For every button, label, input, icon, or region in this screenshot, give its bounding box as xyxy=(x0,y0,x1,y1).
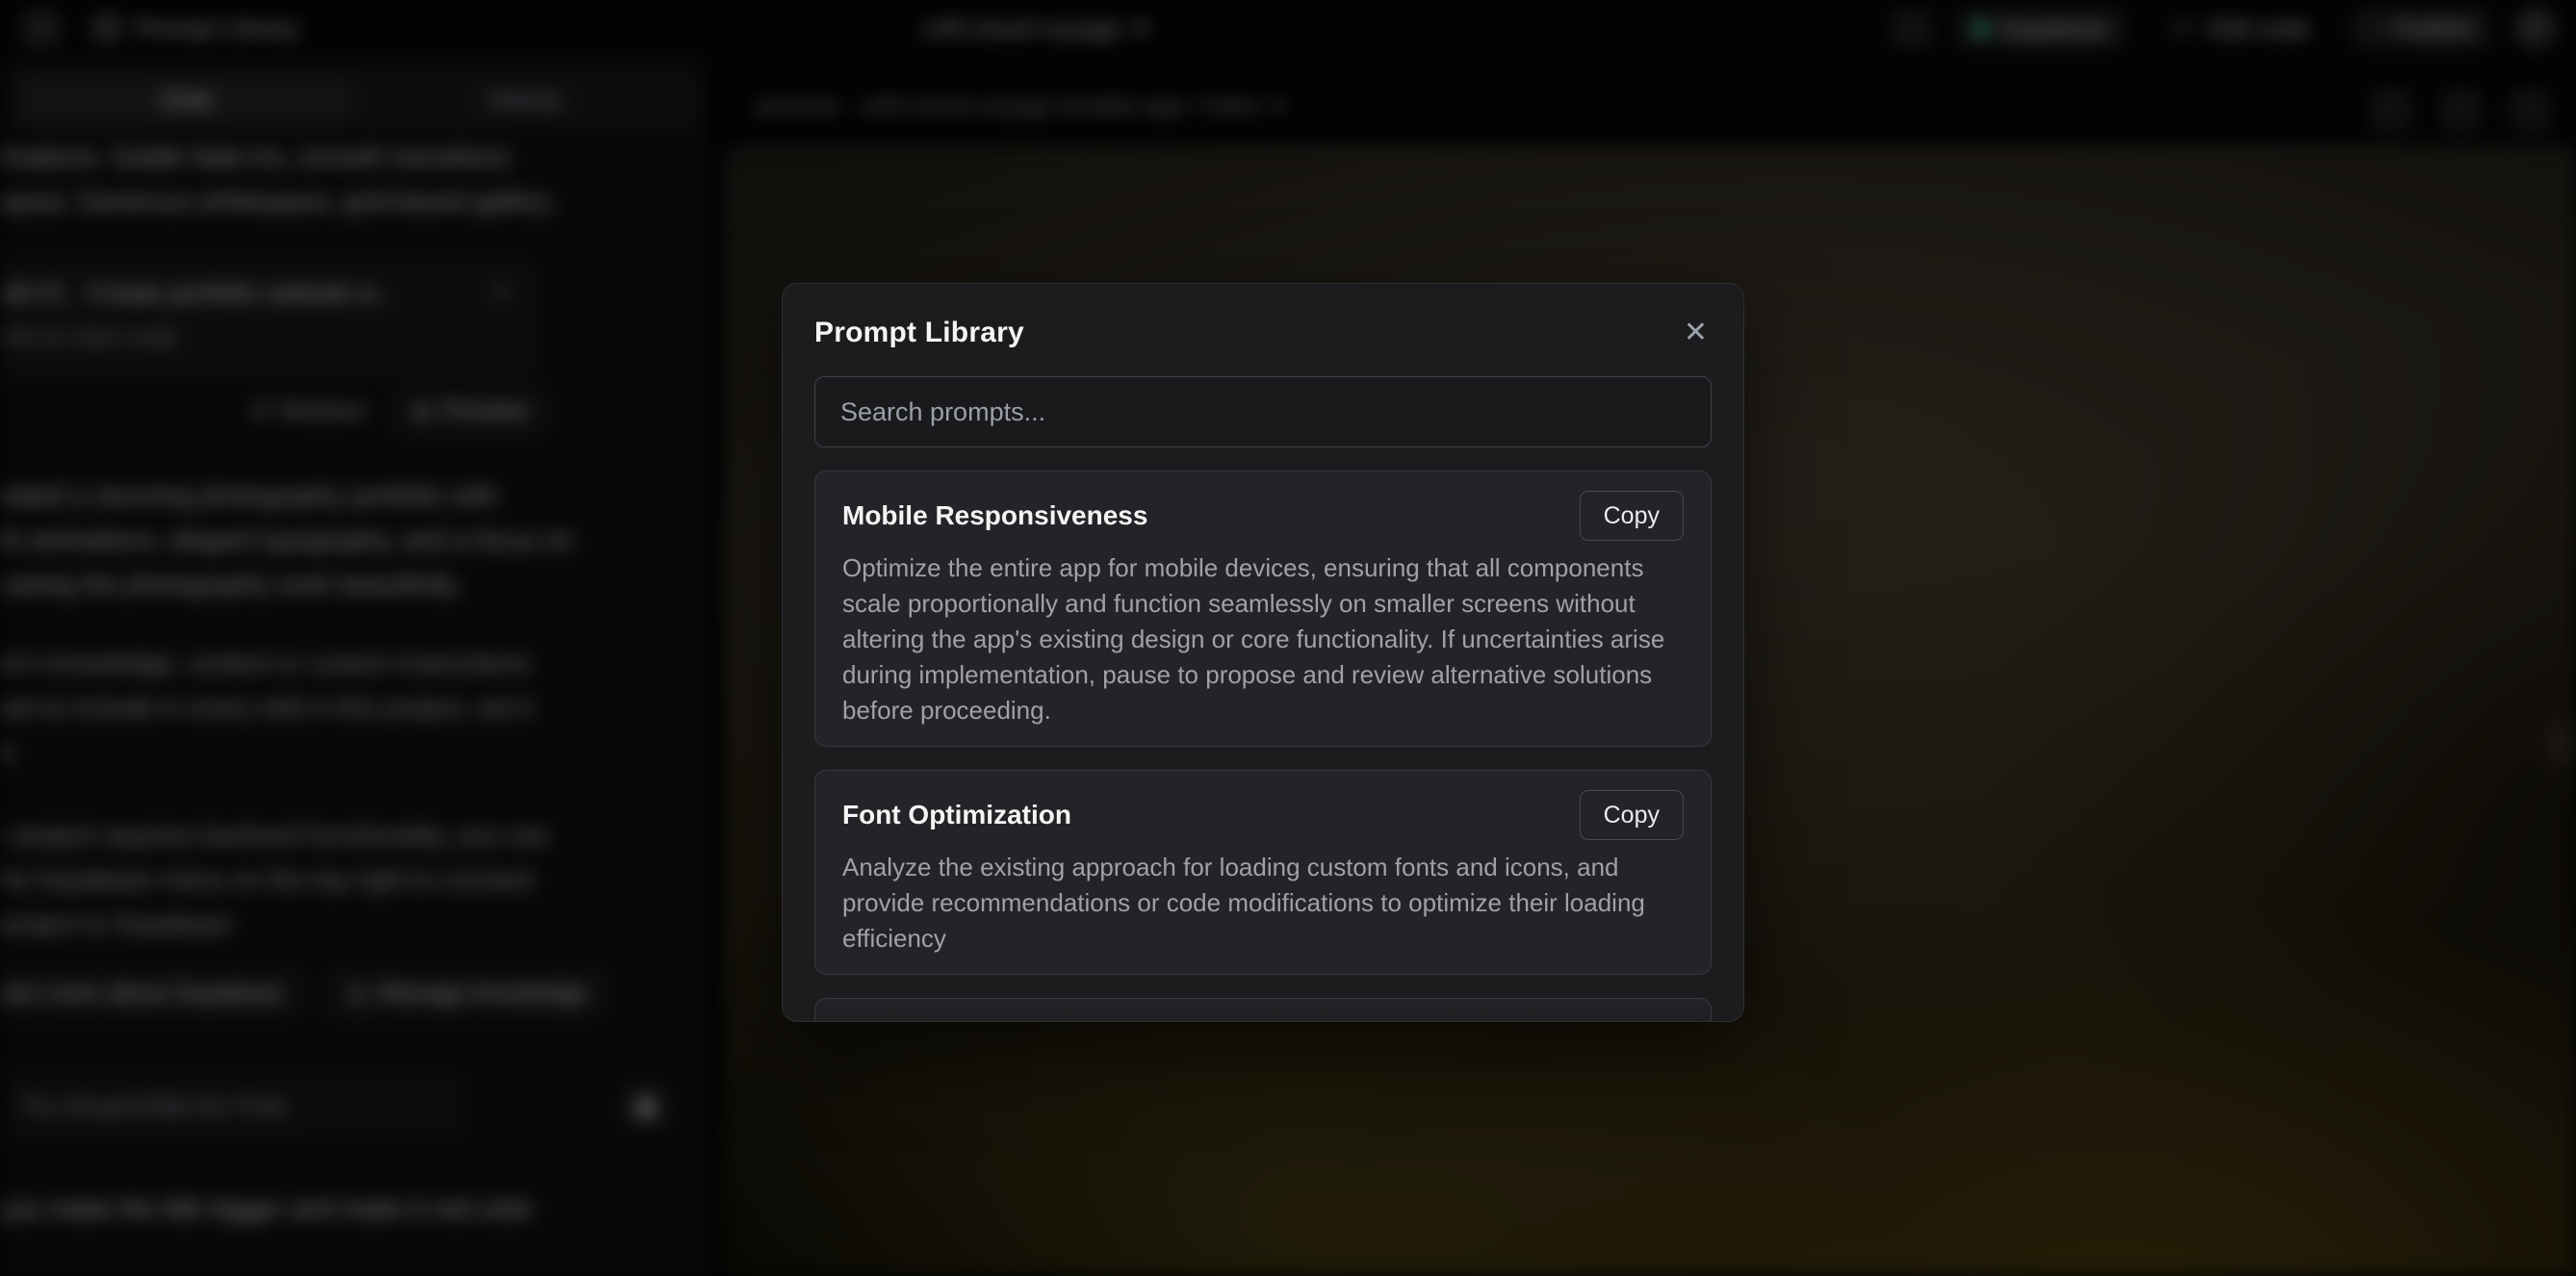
copy-button[interactable]: Copy xyxy=(1580,790,1684,840)
app-root: Prompt Library urfit-cloud-voyage ▾ Supa… xyxy=(0,0,2576,1276)
search-prompts-input[interactable] xyxy=(814,376,1712,447)
prompt-card-partial xyxy=(814,998,1712,1022)
close-icon: ✕ xyxy=(1684,317,1708,348)
prompt-card-title: Font Optimization xyxy=(842,800,1071,830)
prompt-card-description: Optimize the entire app for mobile devic… xyxy=(842,550,1684,728)
prompt-card-title: Mobile Responsiveness xyxy=(842,500,1147,531)
prompt-card-description: Analyze the existing approach for loadin… xyxy=(842,850,1684,957)
modal-title: Prompt Library xyxy=(814,317,1024,349)
prompt-library-modal: Prompt Library ✕ Mobile Responsiveness C… xyxy=(782,283,1744,1022)
prompt-card: Mobile Responsiveness Copy Optimize the … xyxy=(814,471,1712,747)
copy-button[interactable]: Copy xyxy=(1580,491,1684,541)
prompt-card: Font Optimization Copy Analyze the exist… xyxy=(814,770,1712,975)
close-modal-button[interactable]: ✕ xyxy=(1680,315,1712,351)
